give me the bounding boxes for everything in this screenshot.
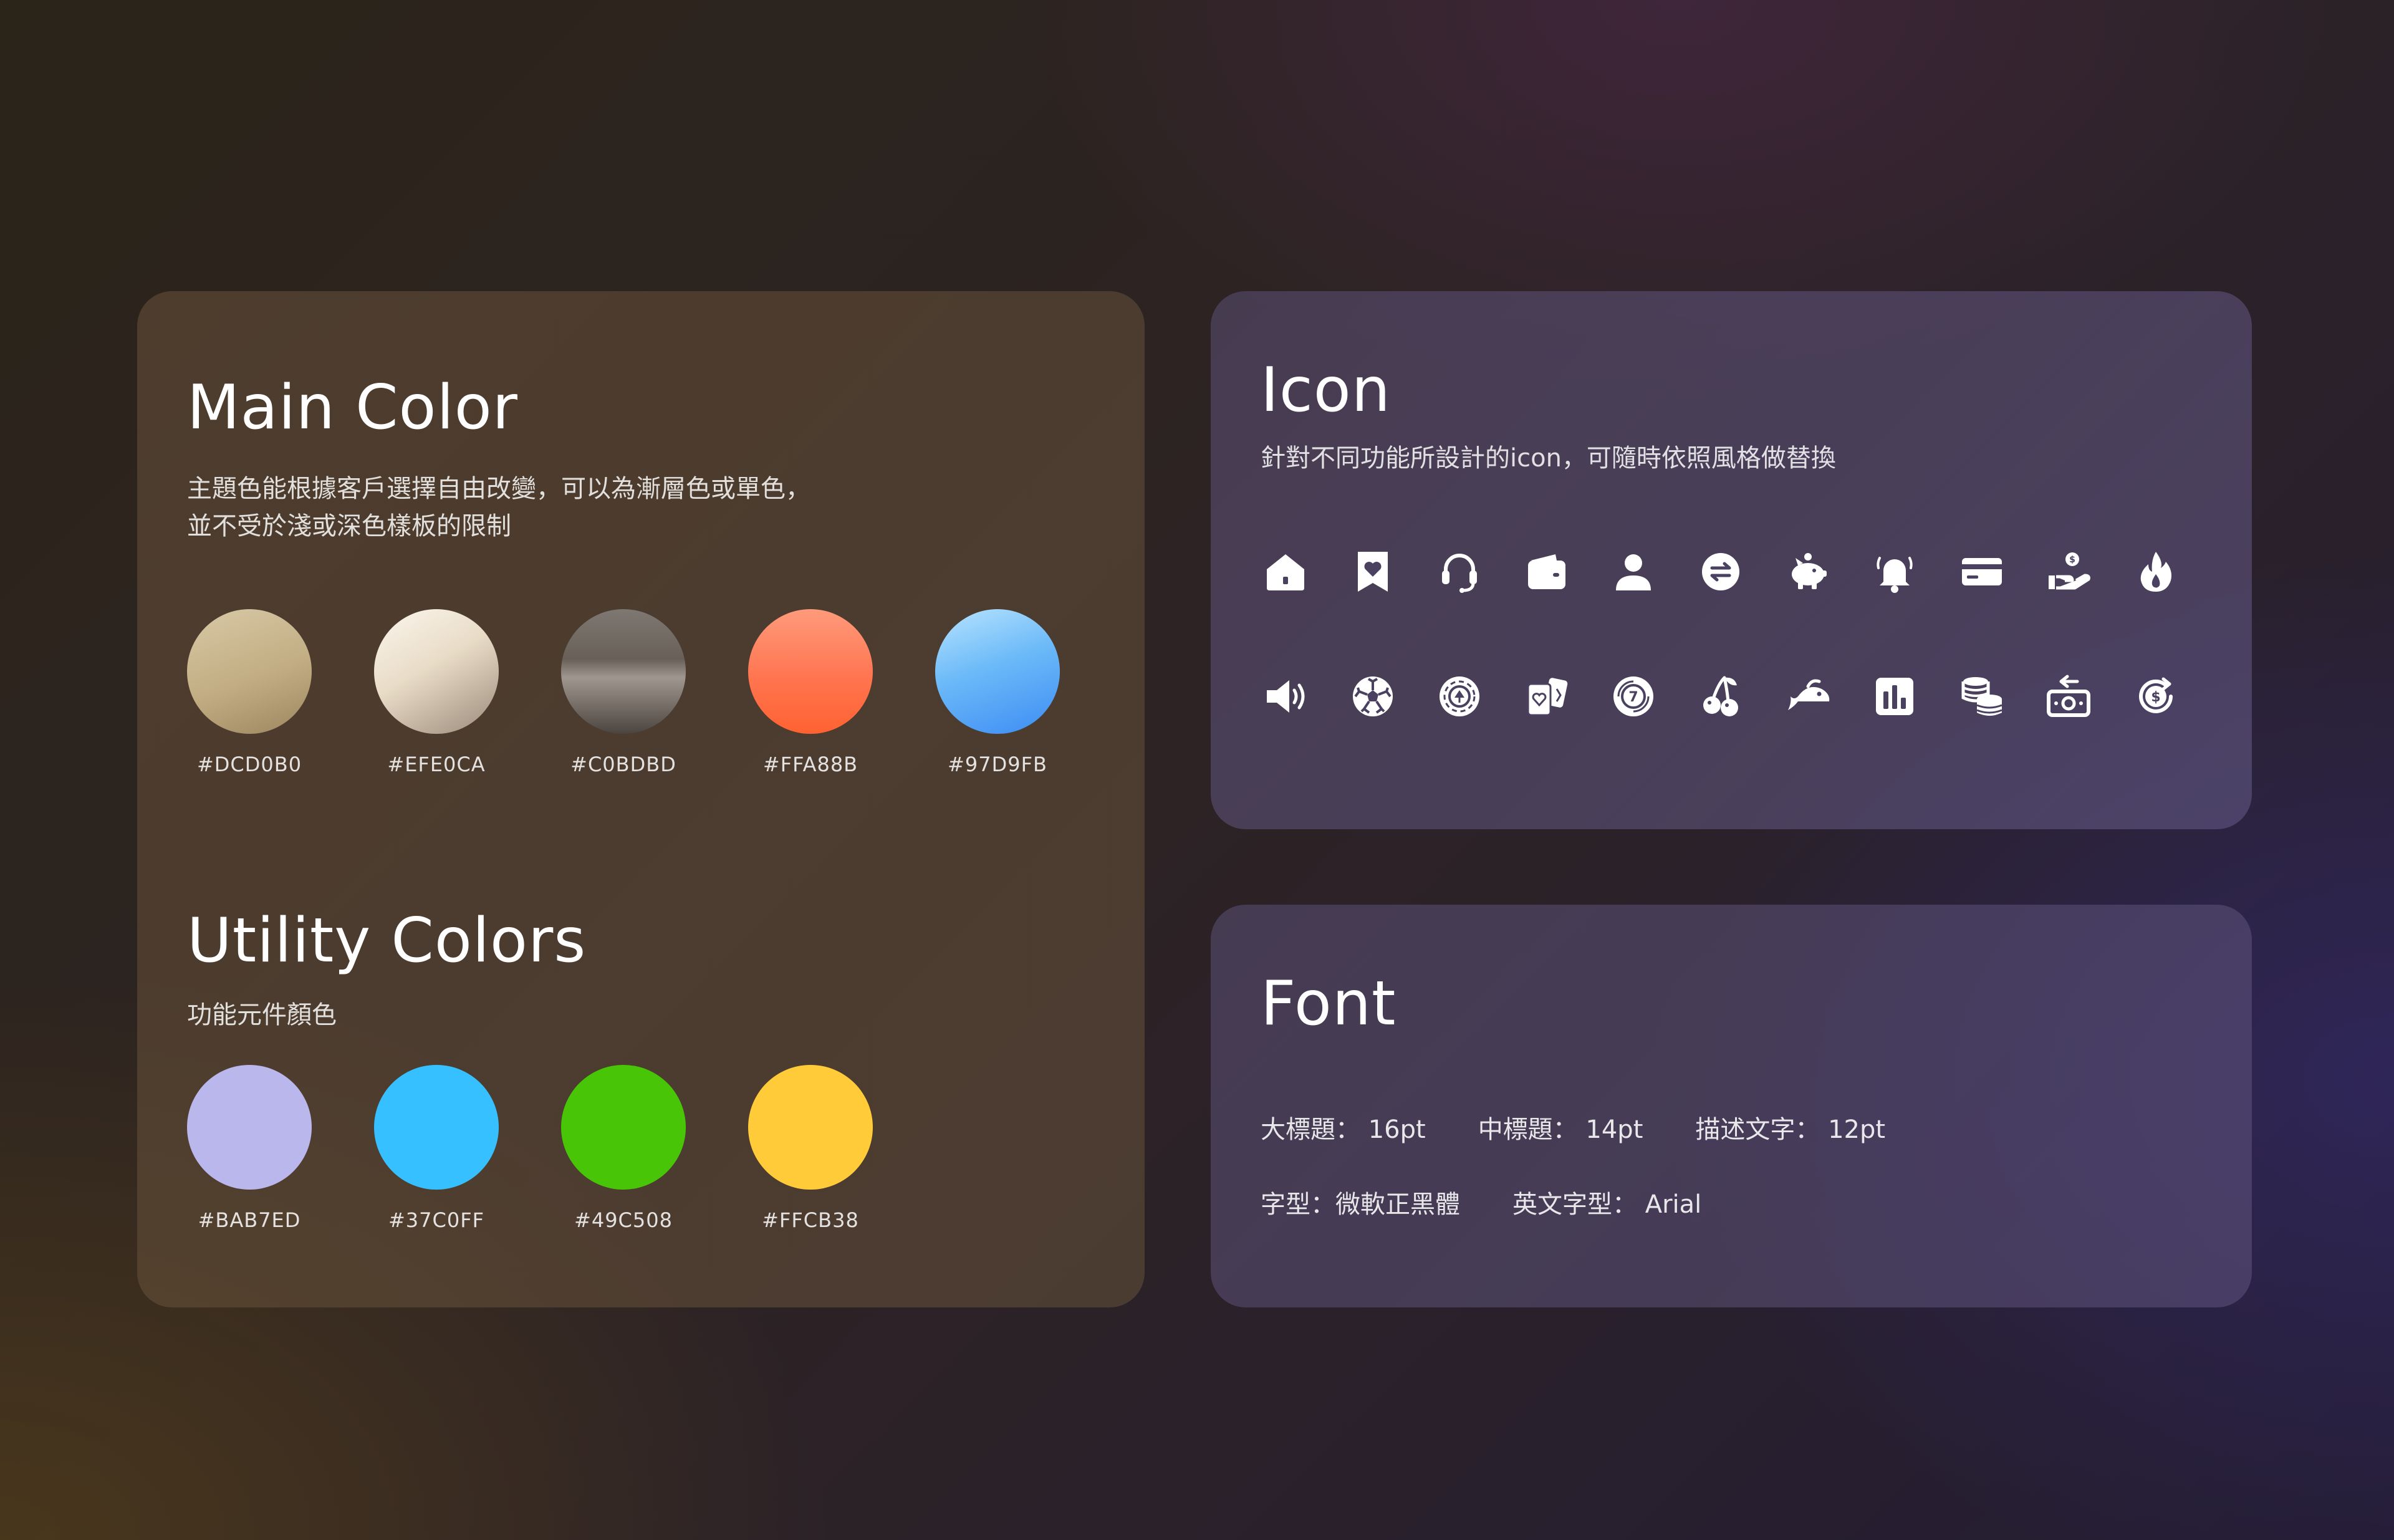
fire-icon <box>2131 547 2181 597</box>
speaker-icon <box>1261 671 1310 721</box>
color-circle <box>748 609 873 734</box>
color-hex-label: #49C508 <box>574 1208 673 1232</box>
coin-stack-icon <box>1957 671 2007 721</box>
soccer-ball-icon <box>1348 671 1398 721</box>
font-family-row: 字型：微軟正黑體 英文字型： Arial <box>1261 1184 1701 1220</box>
user-icon <box>1608 547 1658 597</box>
lottery-ball-icon: 7 <box>1608 671 1658 721</box>
font-sizes-row: 大標題： 16pt 中標題： 14pt 描述文字： 12pt <box>1261 1109 1885 1145</box>
wallet-icon <box>1522 547 1572 597</box>
utility-colors-title: Utility Colors <box>187 905 587 976</box>
color-hex-label: #37C0FF <box>388 1208 485 1232</box>
bell-icon <box>1870 547 1920 597</box>
utility-swatch: #FFCB38 <box>748 1065 873 1232</box>
utility-swatch: #BAB7ED <box>187 1065 312 1232</box>
home-icon <box>1261 547 1310 597</box>
svg-text:$: $ <box>2151 690 2160 705</box>
color-hex-label: #EFE0CA <box>387 753 486 776</box>
color-hex-label: #97D9FB <box>948 753 1047 776</box>
main-swatch: #97D9FB <box>935 609 1060 776</box>
dollar-refresh-icon: $ <box>2131 671 2181 721</box>
playing-cards-icon <box>1522 671 1572 721</box>
color-hex-label: #FFA88B <box>762 753 858 776</box>
piggy-bank-icon <box>1783 547 1833 597</box>
svg-text:$: $ <box>2069 555 2075 565</box>
color-circle <box>374 1065 499 1190</box>
main-swatch: #C0BDBD <box>561 609 686 776</box>
font-card: Font 大標題： 16pt 中標題： 14pt 描述文字： 12pt 字型：微… <box>1211 905 2252 1307</box>
color-card: Main Color 主題色能根據客戶選擇自由改變，可以為漸層色或單色， 並不受… <box>137 291 1145 1307</box>
large-title-size: 大標題： 16pt <box>1261 1115 1426 1144</box>
icon-title: Icon <box>1261 355 1391 426</box>
icon-row-2: 7 $ <box>1261 671 2181 721</box>
color-hex-label: #C0BDBD <box>570 753 676 776</box>
bar-chart-icon <box>1870 671 1920 721</box>
headset-icon <box>1435 547 1484 597</box>
color-circle <box>561 1065 686 1190</box>
english-font-label: 英文字型： Arial <box>1512 1190 1702 1219</box>
cash-withdraw-icon <box>2044 671 2094 721</box>
utility-colors-description: 功能元件顏色 <box>187 1001 337 1029</box>
color-circle <box>374 609 499 734</box>
color-circle <box>748 1065 873 1190</box>
color-circle <box>187 609 312 734</box>
icon-row-1: $ <box>1261 547 2181 597</box>
icon-description: 針對不同功能所設計的icon，可隨時依照風格做替換 <box>1261 444 1836 473</box>
main-color-desc-line2: 並不受於淺或深色樣板的限制 <box>187 512 511 541</box>
svg-text:7: 7 <box>1629 690 1638 705</box>
main-color-title: Main Color <box>187 372 518 443</box>
color-hex-label: #BAB7ED <box>198 1208 301 1232</box>
main-swatch: #EFE0CA <box>374 609 499 776</box>
cherry-icon <box>1696 671 1746 721</box>
main-swatch: #DCD0B0 <box>187 609 312 776</box>
hand-coin-icon: $ <box>2044 547 2094 597</box>
icon-card: Icon 針對不同功能所設計的icon，可隨時依照風格做替換 $ 7 $ <box>1211 291 2252 829</box>
main-color-desc-line1: 主題色能根據客戶選擇自由改變，可以為漸層色或單色， <box>187 474 810 503</box>
color-hex-label: #FFCB38 <box>762 1208 859 1232</box>
color-circle <box>561 609 686 734</box>
exchange-icon <box>1696 547 1746 597</box>
utility-swatch: #37C0FF <box>374 1065 499 1232</box>
poker-chip-icon <box>1435 671 1484 721</box>
color-circle <box>187 1065 312 1190</box>
main-swatch: #FFA88B <box>748 609 873 776</box>
main-color-description: 主題色能根據客戶選擇自由改變，可以為漸層色或單色， 並不受於淺或深色樣板的限制 <box>187 470 810 545</box>
utility-swatch: #49C508 <box>561 1065 686 1232</box>
credit-card-icon <box>1957 547 2007 597</box>
font-family-label: 字型：微軟正黑體 <box>1261 1190 1460 1219</box>
bookmark-heart-icon <box>1348 547 1398 597</box>
body-text-size: 描述文字： 12pt <box>1695 1115 1886 1144</box>
color-hex-label: #DCD0B0 <box>196 753 302 776</box>
mid-title-size: 中標題： 14pt <box>1478 1115 1643 1144</box>
fish-icon <box>1783 671 1833 721</box>
font-title: Font <box>1261 968 1396 1039</box>
color-circle <box>935 609 1060 734</box>
